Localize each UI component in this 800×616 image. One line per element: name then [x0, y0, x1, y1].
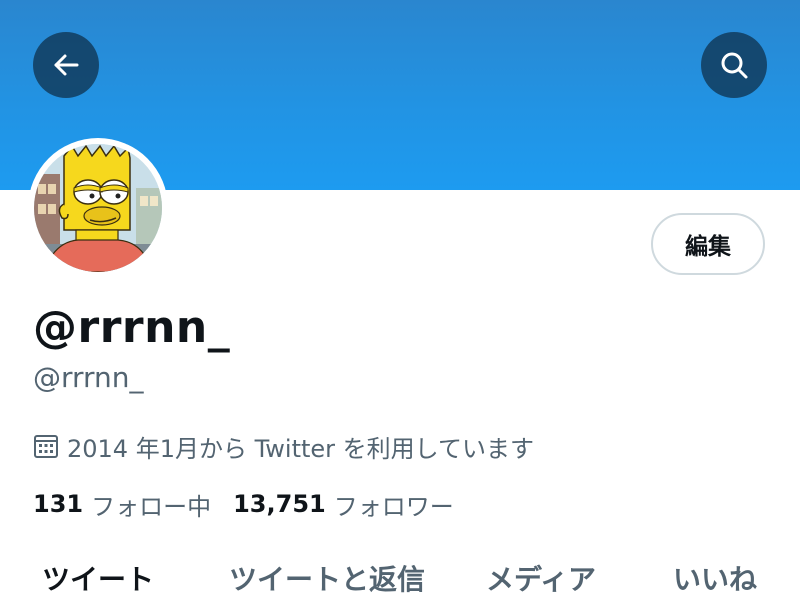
edit-profile-button[interactable]: 編集 [651, 213, 765, 275]
tab-tweets[interactable]: ツイート [42, 560, 154, 600]
display-name: @rrrnn_ [33, 302, 231, 353]
following-count: 131 [33, 490, 84, 518]
tab-media[interactable]: メディア [486, 560, 596, 600]
edit-profile-label: 編集 [685, 234, 731, 260]
back-button[interactable] [33, 32, 99, 98]
tab-tweets-and-replies[interactable]: ツイートと返信 [229, 560, 425, 600]
search-icon [718, 49, 750, 81]
user-handle: @rrrnn_ [33, 361, 144, 394]
followers-link[interactable]: 13,751 フォロワー [233, 487, 454, 522]
profile-tabs: ツイート ツイートと返信 メディア いいね [0, 558, 800, 616]
avatar[interactable] [28, 138, 168, 278]
tab-likes[interactable]: いいね [673, 560, 757, 600]
search-button[interactable] [701, 32, 767, 98]
bart-simpson-avatar [34, 144, 162, 272]
calendar-icon [33, 433, 59, 459]
followers-label: フォロワー [333, 492, 454, 521]
following-link[interactable]: 131 フォロー中 [33, 487, 211, 522]
profile-screen: 編集 @rrrnn_ @rrrnn_ 2014 年1月から Twitter を利… [0, 0, 800, 616]
arrow-left-icon [51, 50, 81, 80]
followers-count: 13,751 [233, 490, 326, 518]
follow-stats: 131 フォロー中 13,751 フォロワー [33, 486, 454, 522]
join-date-text: 2014 年1月から Twitter を利用しています [67, 434, 534, 463]
join-date: 2014 年1月から Twitter を利用しています [33, 428, 534, 464]
following-label: フォロー中 [91, 492, 212, 521]
